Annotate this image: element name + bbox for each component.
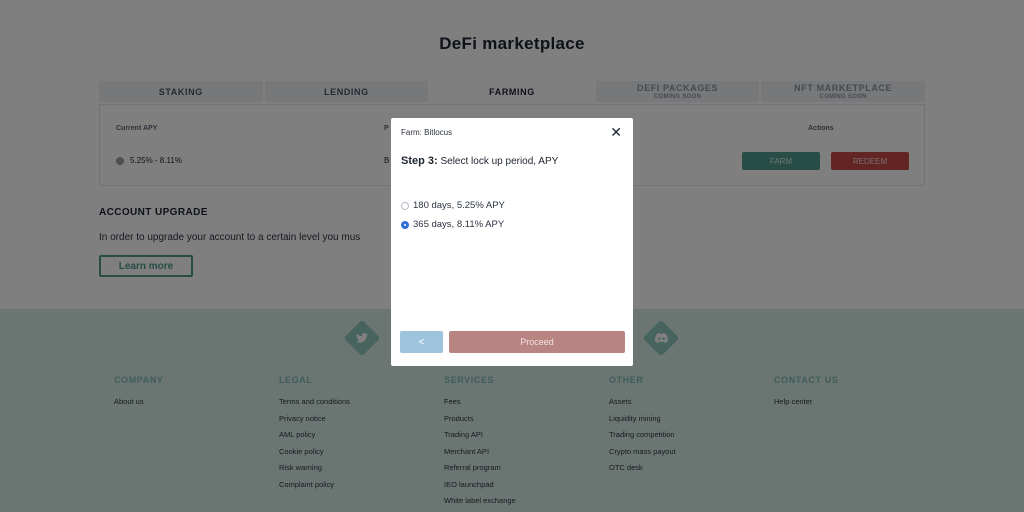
proceed-button[interactable]: Proceed: [449, 331, 625, 353]
radio-checked-icon[interactable]: [401, 220, 409, 229]
option-365-days[interactable]: 365 days, 8.11% APY: [401, 219, 504, 230]
option-180-days[interactable]: 180 days, 5.25% APY: [401, 200, 505, 211]
back-button[interactable]: <: [400, 331, 443, 353]
modal-title: Farm: Bitlocus: [401, 128, 453, 137]
option-label: 365 days, 8.11% APY: [413, 219, 505, 230]
page: DeFi marketplace STAKING LENDING FARMING…: [0, 0, 1024, 512]
option-label: 180 days, 5.25% APY: [413, 200, 505, 211]
close-icon[interactable]: ✕: [610, 125, 622, 139]
step-heading: Step 3: Select lock up period, APY: [401, 155, 558, 167]
radio-unchecked-icon[interactable]: [401, 201, 409, 210]
farm-modal: Farm: Bitlocus ✕ Step 3: Select lock up …: [391, 118, 633, 366]
step-number: Step 3:: [401, 155, 438, 167]
step-description: Select lock up period, APY: [440, 156, 559, 167]
